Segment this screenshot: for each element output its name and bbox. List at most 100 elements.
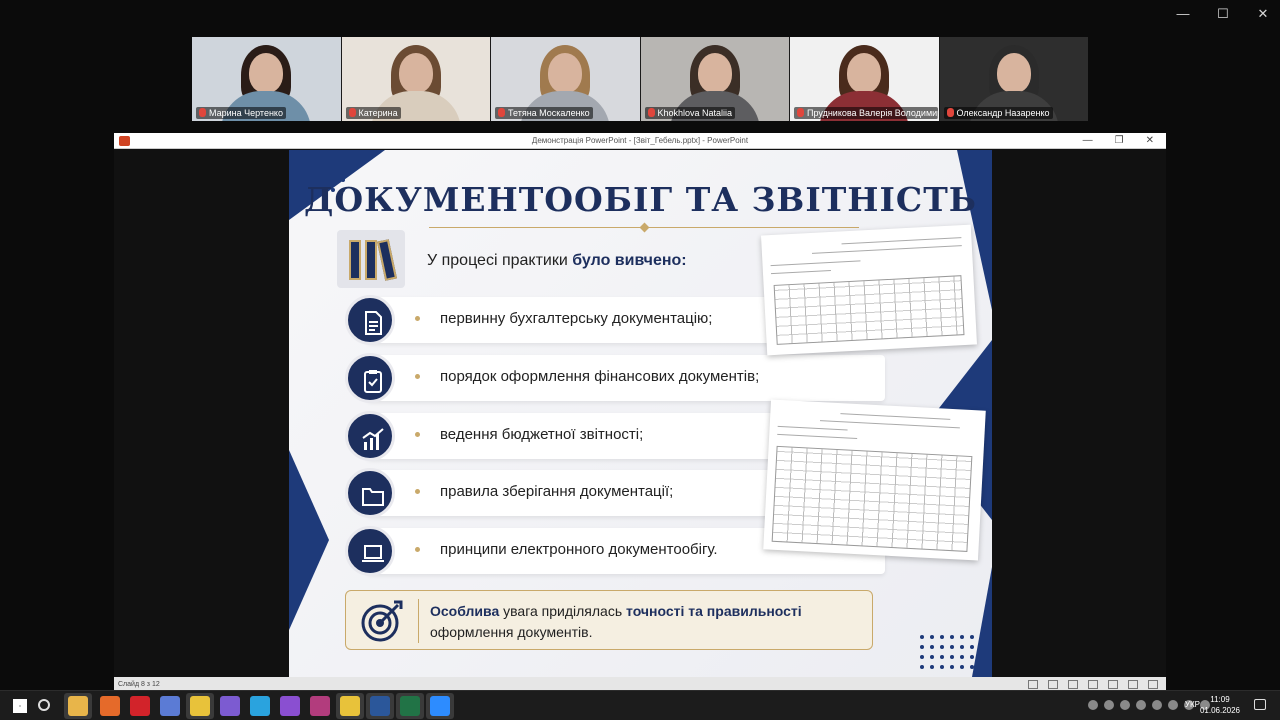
participant-name: Катерина <box>345 107 401 119</box>
participant-name: Прудникова Валерія Володимир... <box>794 107 938 119</box>
ppt-minimize-button[interactable]: — <box>1083 133 1093 149</box>
notepad-icon[interactable] <box>160 696 180 716</box>
notifications-icon[interactable] <box>1254 699 1266 710</box>
viber-icon[interactable] <box>220 696 240 716</box>
ppt-window-title: Демонстрація PowerPoint - [Звіт_Гебель.p… <box>531 136 749 145</box>
decor-dot <box>960 655 964 659</box>
powerpoint-icon <box>119 136 130 146</box>
tray-icon[interactable] <box>1168 700 1178 710</box>
reading-view-button[interactable] <box>1128 680 1138 689</box>
bullet-dot <box>415 547 420 552</box>
intro-prefix: У процесі практики <box>427 252 573 269</box>
clock[interactable]: 11:09 01.06.2026 <box>1200 694 1240 716</box>
maximize-button[interactable]: ☐ <box>1216 6 1230 22</box>
document-icon <box>345 295 395 345</box>
participant-tile[interactable]: Олександр Назаренко <box>939 37 1088 121</box>
chrome-icon[interactable] <box>190 696 210 716</box>
callout-line-1: Особлива увага приділялась точності та п… <box>430 603 802 619</box>
desktop: — ☐ ✕ Марина Чертенко Катерина Тетяна Моск… <box>0 0 1280 720</box>
decor-dot <box>331 168 335 172</box>
slide-sorter-button[interactable] <box>1108 680 1118 689</box>
callout-mid: увага приділялась <box>499 603 627 619</box>
participant-face <box>249 53 284 93</box>
participant-tile[interactable]: Катерина <box>341 37 490 121</box>
decor-dot <box>970 665 974 669</box>
slide[interactable]: ДОКУМЕНТООБІГ ТА ЗВІТНІСТЬ У процесі пра… <box>289 150 992 677</box>
decor-dot <box>960 635 964 639</box>
close-button[interactable]: ✕ <box>1256 6 1270 22</box>
minimize-button[interactable]: — <box>1176 6 1190 22</box>
decor-dot <box>970 635 974 639</box>
winrar-icon[interactable] <box>310 696 330 716</box>
tray-icon[interactable] <box>1088 700 1098 710</box>
decor-dot <box>341 168 345 172</box>
visual-studio-icon[interactable] <box>280 696 300 716</box>
decor-dot <box>950 645 954 649</box>
word-icon[interactable] <box>370 696 390 716</box>
decor-chevron <box>289 450 329 630</box>
callout-bold-2: точності та правильності <box>626 603 802 619</box>
decor-dot <box>930 655 934 659</box>
decor-dot <box>920 665 924 669</box>
tray-icon[interactable] <box>1136 700 1146 710</box>
decor-dot <box>301 158 305 162</box>
participant-face <box>697 53 732 93</box>
participant-tile[interactable]: Тетяна Москаленко <box>491 37 640 121</box>
opera-icon[interactable] <box>130 696 150 716</box>
decor-dot <box>950 665 954 669</box>
ppt-close-button[interactable]: ✕ <box>1146 133 1154 149</box>
target-icon <box>361 600 403 642</box>
growth-chart-icon <box>345 411 395 461</box>
mic-muted-icon <box>797 108 804 117</box>
participant-name: Олександр Назаренко <box>943 107 1053 119</box>
decor-dot <box>940 635 944 639</box>
prev-slide-button[interactable] <box>1028 680 1038 689</box>
document-scan-image <box>761 224 977 356</box>
start-icon[interactable] <box>10 696 30 716</box>
callout-line-2: оформлення документів. <box>430 624 593 640</box>
ppt-restore-button[interactable]: ❐ <box>1115 133 1124 149</box>
participant-face <box>548 53 583 93</box>
item-text: принципи електронного документообігу. <box>440 541 718 558</box>
mic-muted-icon <box>199 108 206 117</box>
bullet-dot <box>415 432 420 437</box>
decor-dot <box>970 645 974 649</box>
callout-bold-1: Особлива <box>430 603 500 619</box>
intro-text: У процесі практики було вивчено: <box>427 252 687 270</box>
search-icon[interactable] <box>38 699 50 711</box>
decor-corner <box>972 567 992 677</box>
participant-tile[interactable]: Прудникова Валерія Володимир... <box>790 37 939 121</box>
excel-icon[interactable] <box>400 696 420 716</box>
mic-muted-icon <box>946 108 954 117</box>
decor-dot <box>930 665 934 669</box>
chrome-profile-icon[interactable] <box>340 696 360 716</box>
decor-dot <box>311 158 315 162</box>
participant-tile[interactable]: Khokhlova Nataliia <box>640 37 789 121</box>
clipboard-check-icon <box>345 353 395 403</box>
mic-muted-icon <box>348 108 356 117</box>
tray-icon[interactable] <box>1152 700 1162 710</box>
decor-dot <box>950 635 954 639</box>
decor-dot <box>331 158 335 162</box>
zoom-icon[interactable] <box>430 696 450 716</box>
pen-button[interactable] <box>1048 680 1058 689</box>
tray-icon[interactable] <box>1120 700 1130 710</box>
tray-icon[interactable] <box>1104 700 1114 710</box>
language-indicator[interactable]: УКР <box>1185 700 1200 709</box>
participant-tile[interactable]: Марина Чертенко <box>192 37 341 121</box>
slideshow-button[interactable] <box>1148 680 1158 689</box>
mic-muted-icon <box>498 108 505 117</box>
normal-view-button[interactable] <box>1088 680 1098 689</box>
decor-dot <box>930 635 934 639</box>
file-explorer-icon[interactable] <box>68 696 88 716</box>
ppt-titlebar: Демонстрація PowerPoint - [Звіт_Гебель.p… <box>114 133 1166 149</box>
telegram-icon[interactable] <box>250 696 270 716</box>
slide-counter: Слайд 8 з 12 <box>118 681 160 688</box>
decor-dots <box>920 635 974 669</box>
binders-icon <box>337 230 405 288</box>
powerpoint-window: Демонстрація PowerPoint - [Звіт_Гебель.p… <box>114 133 1166 693</box>
next-slide-button[interactable] <box>1068 680 1078 689</box>
decor-dot <box>930 645 934 649</box>
firefox-icon[interactable] <box>100 696 120 716</box>
bullet-dot <box>415 316 420 321</box>
